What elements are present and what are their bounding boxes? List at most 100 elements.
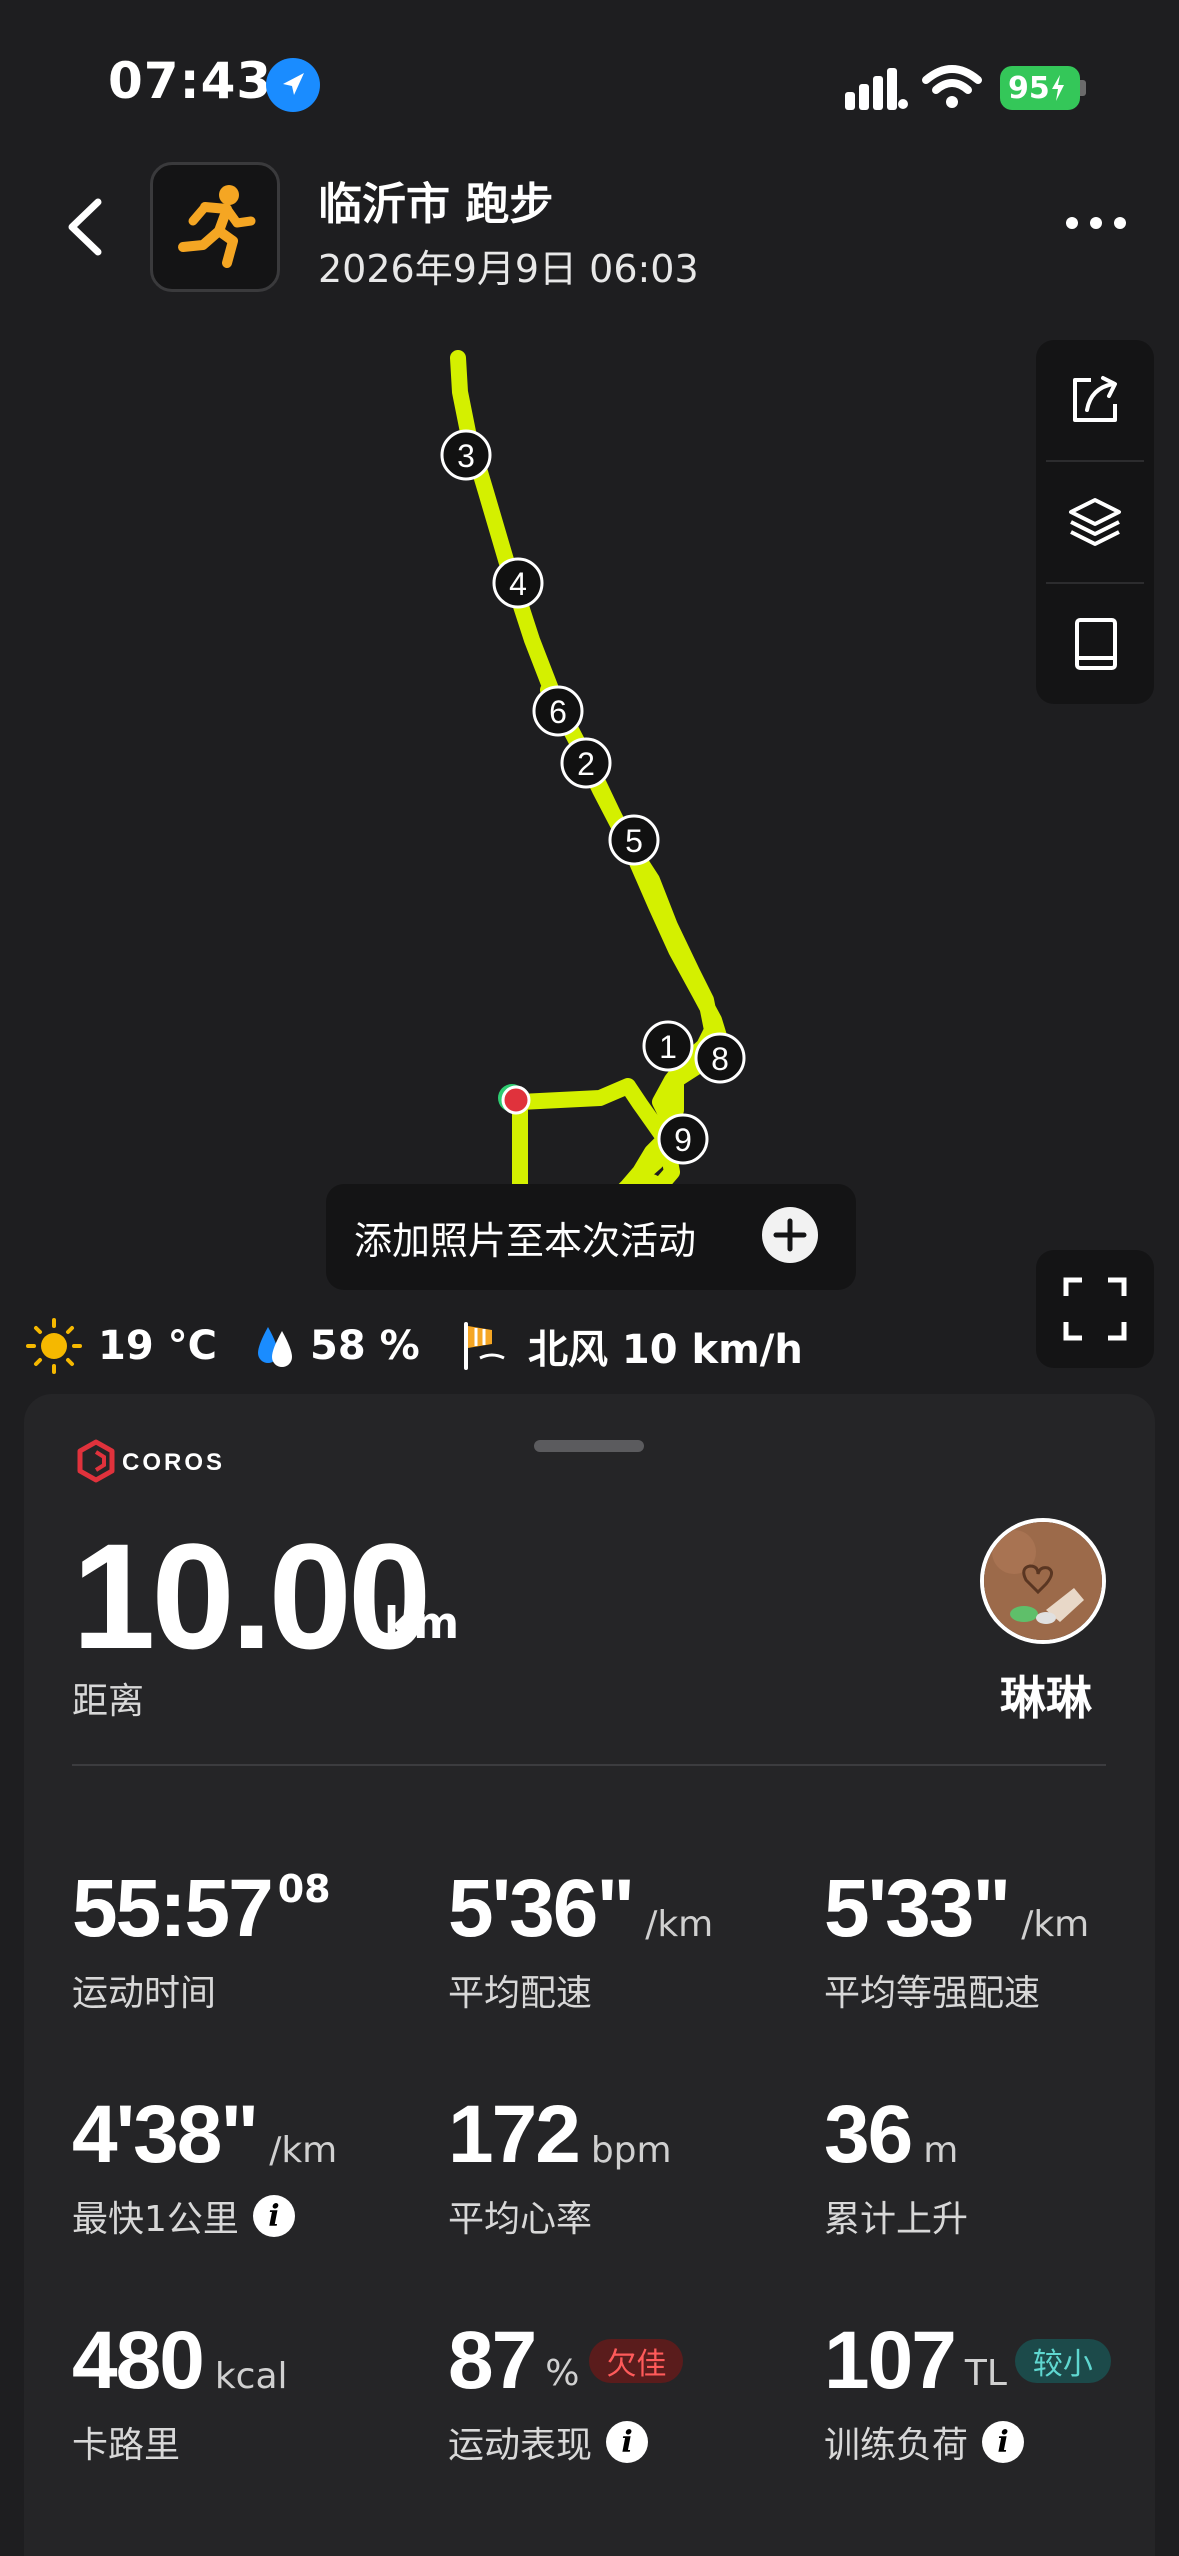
charging-bolt-icon — [1051, 75, 1064, 101]
distance-label: 距离 — [72, 1681, 145, 1722]
stat-sup: 08 — [277, 1867, 331, 1911]
layers-icon — [1069, 498, 1121, 546]
stat-value: 36 — [824, 2089, 913, 2180]
coros-logo: COROS — [74, 1438, 264, 1484]
battery-indicator: 95 — [1000, 66, 1080, 110]
stat-unit: TL — [964, 2352, 1007, 2394]
running-icon — [178, 185, 256, 268]
stat-label: 平均配速 — [448, 1973, 593, 2014]
activity-title: 临沂市 跑步 — [318, 179, 554, 230]
more-options-icon[interactable] — [1062, 208, 1130, 238]
stat-label: 训练负荷 — [824, 2425, 969, 2466]
humidity-drop-icon — [258, 1327, 292, 1367]
svg-text:3: 3 — [457, 438, 475, 474]
svg-text:6: 6 — [549, 694, 567, 730]
stat-value: 172 — [448, 2089, 581, 2180]
stat-value: 4'38" — [72, 2089, 259, 2180]
svg-text:2: 2 — [577, 746, 595, 782]
share-icon — [1073, 376, 1117, 422]
svg-text:COROS: COROS — [122, 1449, 225, 1476]
info-icon[interactable]: i — [606, 2421, 649, 2463]
fullscreen-icon — [1063, 1277, 1127, 1341]
back-chevron-icon[interactable] — [62, 196, 112, 258]
user-name: 琳琳 — [1000, 1671, 1092, 1725]
stat-value: 107 — [824, 2315, 957, 2406]
stat-avg-pace: 5'36"/km — [448, 1862, 713, 1956]
weather-temperature: 19 °C — [24, 1316, 217, 1376]
add-photo-label: 添加照片至本次活动 — [354, 1218, 697, 1263]
stat-label-row: 训练负荷 i — [824, 2416, 1025, 2468]
stat-calories: 480 kcal — [72, 2314, 288, 2408]
divider — [72, 1764, 1106, 1766]
location-arrow-icon — [266, 58, 320, 112]
km-marker: 4 — [492, 557, 544, 609]
stat-grade-pace: 5'33"/km — [824, 1862, 1089, 1956]
svg-text:4: 4 — [509, 566, 527, 602]
battery-cap — [1080, 80, 1086, 96]
route-map[interactable]: 3 4 6 2 5 1 8 9 — [0, 330, 1179, 1280]
distance-unit: km — [384, 1598, 460, 1649]
temperature-value: 19 °C — [98, 1323, 217, 1369]
km-marker: 1 — [642, 1020, 694, 1072]
stat-unit: /km — [645, 1904, 714, 1945]
stat-label: 最快1公里 — [72, 2199, 239, 2240]
share-button[interactable] — [1036, 340, 1154, 460]
stat-unit: % — [545, 2352, 580, 2394]
cellular-signal-icon — [845, 68, 908, 110]
stat-label: 运动时间 — [72, 1973, 217, 2014]
stat-unit: /km — [269, 2130, 338, 2171]
svg-text:8: 8 — [711, 1041, 729, 1077]
drag-handle[interactable] — [534, 1440, 644, 1452]
info-icon[interactable]: i — [982, 2421, 1025, 2463]
svg-text:9: 9 — [674, 1122, 692, 1158]
avatar[interactable] — [980, 1518, 1106, 1644]
stat-value: 480 — [72, 2315, 205, 2406]
stat-value: 87 — [448, 2315, 537, 2406]
km-marker: 2 — [560, 737, 612, 789]
fullscreen-button[interactable] — [1036, 1250, 1154, 1368]
windsock-icon — [464, 1322, 505, 1370]
plus-icon — [762, 1207, 818, 1263]
stat-unit: bpm — [590, 2130, 672, 2171]
map-toolbar — [1036, 340, 1154, 704]
book-icon — [1075, 618, 1117, 670]
wind-value: 北风 10 km/h — [528, 1327, 803, 1373]
status-badge: 较小 — [1014, 2339, 1111, 2383]
weather-wind: 北风 10 km/h — [458, 1316, 803, 1376]
km-marker: 8 — [694, 1032, 746, 1084]
notes-button[interactable] — [1036, 584, 1154, 704]
stat-unit: kcal — [214, 2356, 288, 2397]
stat-avg-hr: 172 bpm — [448, 2088, 672, 2182]
stat-label: 平均心率 — [448, 2199, 593, 2240]
stat-label: 平均等强配速 — [824, 1973, 1041, 2014]
status-time: 07:43 — [108, 52, 273, 110]
stat-label-row: 运动表现 i — [448, 2416, 649, 2468]
info-icon[interactable]: i — [252, 2195, 295, 2237]
wifi-icon — [922, 65, 982, 108]
km-marker: 9 — [657, 1113, 709, 1165]
stat-fastest-km: 4'38"/km — [72, 2088, 337, 2182]
stat-training-load: 107 TL 较小 — [824, 2314, 1111, 2408]
svg-text:1: 1 — [659, 1029, 677, 1065]
stat-duration: 55:57 08 — [72, 1862, 331, 1956]
battery-level: 95 — [1008, 70, 1050, 106]
stat-label-row: 最快1公里 i — [72, 2190, 295, 2242]
layers-button[interactable] — [1036, 462, 1154, 582]
add-photo-button[interactable]: 添加照片至本次活动 — [326, 1184, 856, 1290]
stat-unit: m — [923, 2130, 959, 2171]
stat-label: 卡路里 — [72, 2425, 181, 2466]
stat-label: 累计上升 — [824, 2199, 969, 2240]
stat-elevation-gain: 36 m — [824, 2088, 958, 2182]
stat-unit: /km — [1021, 1904, 1090, 1945]
svg-text:5: 5 — [625, 823, 643, 859]
status-badge: 欠佳 — [589, 2339, 684, 2383]
stat-value: 5'36" — [448, 1863, 635, 1954]
km-marker: 6 — [532, 685, 584, 737]
weather-humidity: 58 % — [250, 1316, 420, 1376]
stat-value: 55:57 — [72, 1863, 274, 1954]
km-marker: 3 — [440, 429, 492, 481]
sun-icon — [26, 1318, 82, 1374]
stat-value: 5'33" — [824, 1863, 1011, 1954]
km-marker: 5 — [608, 814, 660, 866]
activity-type-badge — [150, 162, 280, 292]
